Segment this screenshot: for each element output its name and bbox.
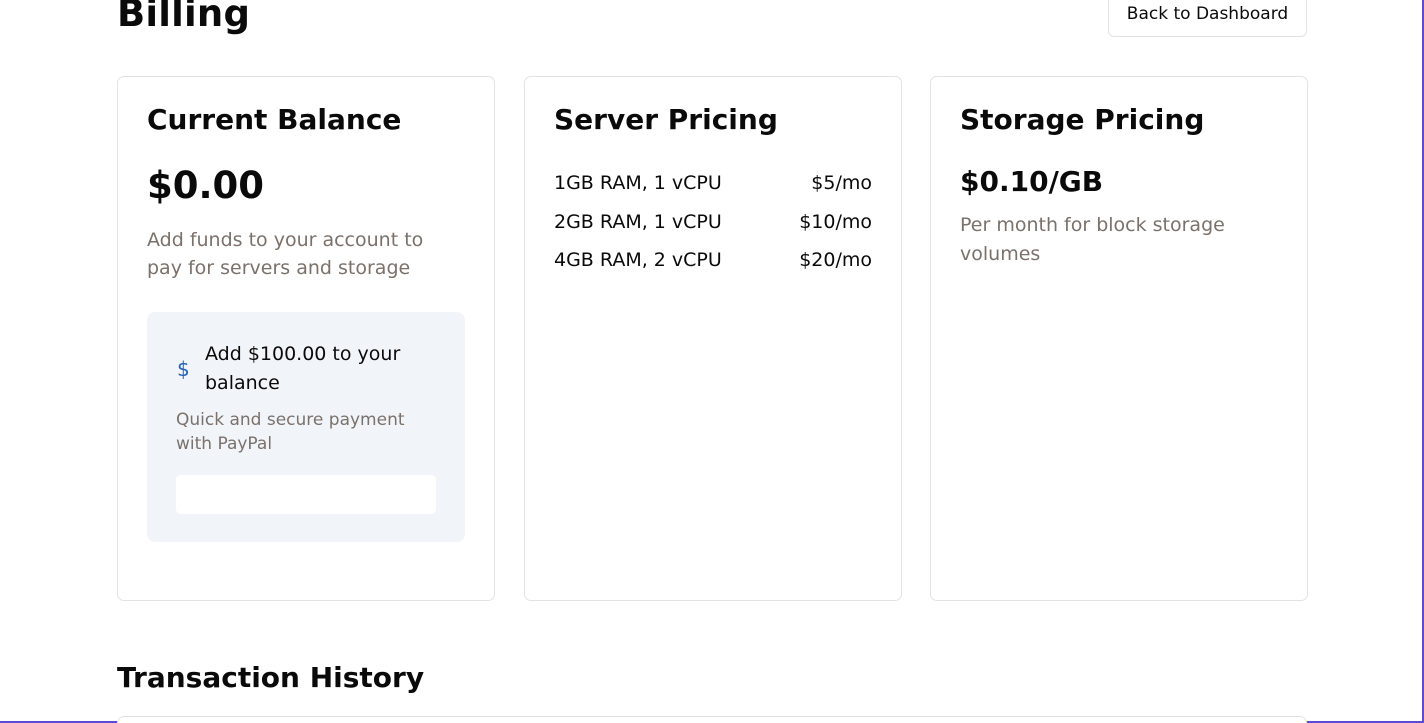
page-title: Billing xyxy=(117,0,251,35)
add-funds-title: Add $100.00 to your balance xyxy=(205,343,401,394)
balance-amount: $0.00 xyxy=(147,164,265,207)
paypal-button[interactable] xyxy=(176,475,436,514)
current-balance-title: Current Balance xyxy=(147,103,402,136)
billing-page: Billing Back to Dashboard Current Balanc… xyxy=(0,0,1424,723)
paypal-add-funds-panel: $ Add $100.00 to your balance Quick and … xyxy=(147,312,465,542)
transaction-history-title: Transaction History xyxy=(117,661,425,694)
storage-description: Per month for block storage volumes xyxy=(960,214,1225,265)
storage-pricing-title: Storage Pricing xyxy=(960,103,1205,136)
storage-price: $0.10/GB xyxy=(960,165,1104,198)
server-plan-price: $20/mo xyxy=(799,249,872,272)
server-plan-price: $10/mo xyxy=(799,210,872,233)
server-plan-spec: 1GB RAM, 1 vCPU xyxy=(554,172,722,195)
transaction-history-table xyxy=(117,716,1307,723)
server-plan-row: 2GB RAM, 1 vCPU $10/mo xyxy=(554,203,872,242)
back-to-dashboard-button[interactable]: Back to Dashboard xyxy=(1108,0,1307,37)
storage-pricing-card: Storage Pricing $0.10/GB Per month for b… xyxy=(930,76,1308,601)
server-plan-price: $5/mo xyxy=(811,172,872,195)
server-pricing-card: Server Pricing 1GB RAM, 1 vCPU $5/mo 2GB… xyxy=(524,76,902,601)
server-plan-list: 1GB RAM, 1 vCPU $5/mo 2GB RAM, 1 vCPU $1… xyxy=(554,164,872,280)
server-pricing-title: Server Pricing xyxy=(554,103,778,136)
paypal-subtitle: Quick and secure payment with PayPal xyxy=(176,410,405,454)
dollar-icon: $ xyxy=(177,357,190,381)
current-balance-card: Current Balance $0.00 Add funds to your … xyxy=(117,76,495,601)
server-plan-spec: 2GB RAM, 1 vCPU xyxy=(554,210,722,233)
server-plan-spec: 4GB RAM, 2 vCPU xyxy=(554,249,722,272)
server-plan-row: 1GB RAM, 1 vCPU $5/mo xyxy=(554,164,872,203)
server-plan-row: 4GB RAM, 2 vCPU $20/mo xyxy=(554,241,872,280)
balance-description: Add funds to your account to pay for ser… xyxy=(147,229,424,279)
